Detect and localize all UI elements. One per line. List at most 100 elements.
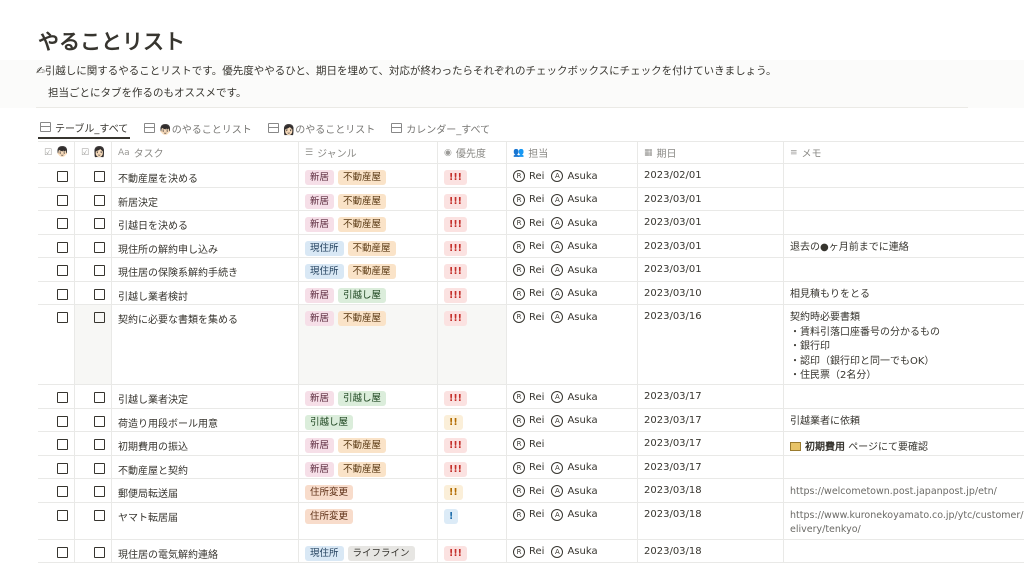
- due-date-cell[interactable]: 2023/03/18: [638, 479, 784, 502]
- assignee-cell[interactable]: R Rei A Asuka: [507, 539, 638, 562]
- memo-cell[interactable]: [784, 456, 1024, 479]
- due-date-cell[interactable]: 2023/03/16: [638, 305, 784, 384]
- checkbox-asuka[interactable]: [94, 218, 105, 229]
- task-cell[interactable]: 荷造り用段ボール用意: [112, 408, 299, 431]
- genre-cell[interactable]: 新居 引越し屋: [299, 385, 438, 408]
- due-date-cell[interactable]: 2023/03/01: [638, 258, 784, 281]
- priority-cell[interactable]: !!!: [438, 455, 507, 478]
- tab-0[interactable]: テーブル_すべて: [38, 117, 131, 139]
- checkbox-reI[interactable]: [57, 241, 68, 253]
- priority-cell[interactable]: !!!: [438, 211, 507, 234]
- column-header-memo[interactable]: ≡ メモ: [784, 142, 1024, 163]
- priority-cell[interactable]: !!!: [438, 305, 507, 384]
- memo-cell[interactable]: [784, 540, 1024, 563]
- memo-cell[interactable]: [784, 258, 1024, 281]
- assignee-cell[interactable]: R Rei A Asuka: [507, 408, 638, 431]
- genre-cell[interactable]: 新居 引越し屋: [299, 281, 438, 304]
- assignee-cell[interactable]: R Rei A Asuka: [507, 258, 638, 281]
- genre-cell[interactable]: 住所変更: [299, 502, 438, 539]
- column-header-genre[interactable]: ☰ ジャンル: [299, 142, 438, 163]
- priority-cell[interactable]: !!!: [438, 234, 507, 257]
- task-cell[interactable]: 不動産屋と契約: [112, 455, 299, 478]
- task-cell[interactable]: 新居決定: [112, 187, 299, 210]
- checkbox-reI[interactable]: [57, 312, 68, 323]
- column-header-due[interactable]: ▦ 期日: [638, 142, 784, 163]
- due-date-cell[interactable]: 2023/03/17: [638, 408, 784, 431]
- genre-cell[interactable]: 現住所 ライフライン: [299, 539, 438, 562]
- tab-3[interactable]: カレンダー_すべて: [389, 117, 492, 139]
- genre-cell[interactable]: 新居 不動産屋: [299, 432, 438, 455]
- due-date-cell[interactable]: 2023/03/17: [638, 385, 784, 408]
- priority-cell[interactable]: !!!: [438, 187, 507, 210]
- checkbox-asuka[interactable]: [94, 439, 105, 450]
- priority-cell[interactable]: !!: [438, 479, 507, 502]
- priority-cell[interactable]: !!!: [438, 258, 507, 281]
- memo-cell[interactable]: 退去の●ヶ月前までに連絡: [784, 235, 1024, 258]
- task-cell[interactable]: 引越日を決める: [112, 211, 299, 234]
- memo-cell[interactable]: [784, 164, 1024, 187]
- due-date-cell[interactable]: 2023/03/01: [638, 211, 784, 234]
- column-header-task[interactable]: Aa タスク: [112, 142, 299, 163]
- assignee-cell[interactable]: R Rei A Asuka: [507, 281, 638, 304]
- checkbox-asuka[interactable]: [94, 171, 105, 182]
- task-cell[interactable]: 現住所の解約申し込み: [112, 234, 299, 257]
- priority-cell[interactable]: !!!: [438, 385, 507, 408]
- assignee-cell[interactable]: R Rei A Asuka: [507, 479, 638, 502]
- memo-cell[interactable]: 契約時必要書類 ・賃料引落口座番号の分かるもの ・銀行印 ・認印（銀行印と同一で…: [784, 305, 1024, 384]
- genre-cell[interactable]: 新居 不動産屋: [299, 305, 438, 384]
- task-cell[interactable]: 初期費用の振込: [112, 432, 299, 455]
- memo-cell[interactable]: https://www.kuronekoyamato.co.jp/ytc/cus…: [784, 503, 1024, 539]
- priority-cell[interactable]: !!!: [438, 164, 507, 187]
- column-header-priority[interactable]: ◉ 優先度: [438, 142, 507, 163]
- task-cell[interactable]: ヤマト転居届: [112, 502, 299, 539]
- assignee-cell[interactable]: R Rei A Asuka: [507, 211, 638, 234]
- checkbox-asuka[interactable]: [94, 509, 105, 521]
- tab-1[interactable]: 👦🏻のやることリスト: [142, 117, 253, 139]
- column-header-check1[interactable]: ☑ 👦🏻: [38, 142, 75, 163]
- memo-cell[interactable]: [784, 385, 1024, 408]
- checkbox-reI[interactable]: [57, 171, 68, 182]
- task-cell[interactable]: 現住居の保険系解約手続き: [112, 258, 299, 281]
- due-date-cell[interactable]: 2023/03/17: [638, 455, 784, 478]
- checkbox-asuka[interactable]: [94, 462, 105, 474]
- checkbox-asuka[interactable]: [94, 392, 105, 403]
- memo-cell[interactable]: 初期費用 ページにて要確認: [784, 432, 1024, 455]
- checkbox-asuka[interactable]: [94, 312, 105, 323]
- genre-cell[interactable]: 新居 不動産屋: [299, 211, 438, 234]
- memo-cell[interactable]: https://welcometown.post.japanpost.jp/et…: [784, 479, 1024, 502]
- due-date-cell[interactable]: 2023/03/18: [638, 502, 784, 539]
- memo-link[interactable]: https://welcometown.post.japanpost.jp/et…: [790, 485, 1024, 500]
- genre-cell[interactable]: 引越し屋: [299, 408, 438, 431]
- checkbox-asuka[interactable]: [94, 415, 105, 427]
- checkbox-asuka[interactable]: [94, 546, 105, 558]
- checkbox-reI[interactable]: [57, 265, 68, 276]
- task-cell[interactable]: 引越し業者検討: [112, 281, 299, 304]
- assignee-cell[interactable]: R Rei A Asuka: [507, 455, 638, 478]
- assignee-cell[interactable]: R Rei A Asuka: [507, 164, 638, 187]
- priority-cell[interactable]: !!: [438, 408, 507, 431]
- assignee-cell[interactable]: R Rei A Asuka: [507, 502, 638, 539]
- genre-cell[interactable]: 新居 不動産屋: [299, 187, 438, 210]
- priority-cell[interactable]: !!!: [438, 539, 507, 562]
- memo-page-link[interactable]: 初期費用: [805, 442, 845, 453]
- genre-cell[interactable]: 住所変更: [299, 479, 438, 502]
- memo-cell[interactable]: 引越業者に依頼: [784, 409, 1024, 432]
- task-cell[interactable]: 郵便局転送届: [112, 479, 299, 502]
- assignee-cell[interactable]: R Rei A Asuka: [507, 385, 638, 408]
- assignee-cell[interactable]: R Rei A Asuka: [507, 187, 638, 210]
- due-date-cell[interactable]: 2023/03/10: [638, 281, 784, 304]
- checkbox-reI[interactable]: [57, 288, 68, 300]
- task-cell[interactable]: 現住居の電気解約連絡: [112, 539, 299, 562]
- checkbox-reI[interactable]: [57, 486, 68, 497]
- assignee-cell[interactable]: R Rei A Asuka: [507, 234, 638, 257]
- genre-cell[interactable]: 現住所 不動産屋: [299, 258, 438, 281]
- memo-link[interactable]: https://www.kuronekoyamato.co.jp/ytc/cus…: [790, 509, 1024, 538]
- due-date-cell[interactable]: 2023/03/01: [638, 187, 784, 210]
- priority-cell[interactable]: !!!: [438, 432, 507, 455]
- checkbox-asuka[interactable]: [94, 486, 105, 497]
- checkbox-reI[interactable]: [57, 546, 68, 558]
- memo-cell[interactable]: 相見積もりをとる: [784, 282, 1024, 305]
- priority-cell[interactable]: !!!: [438, 281, 507, 304]
- due-date-cell[interactable]: 2023/03/18: [638, 539, 784, 562]
- tab-2[interactable]: 👩🏻のやることリスト: [266, 117, 377, 139]
